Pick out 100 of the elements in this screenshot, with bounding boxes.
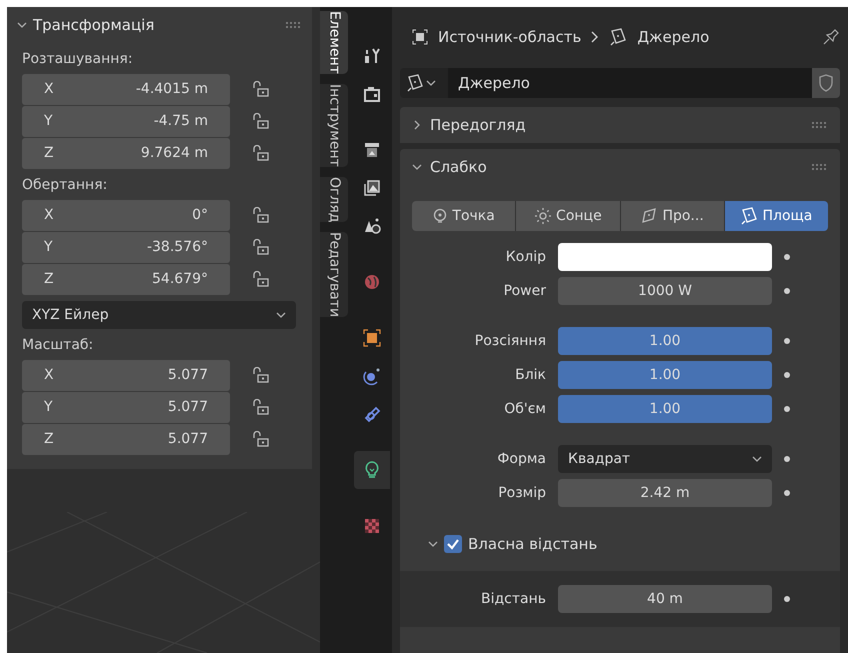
slider-track[interactable]: 1.00 [558, 327, 772, 355]
field-value: 0° [192, 206, 208, 224]
field-value: -4.4015 m [136, 80, 208, 98]
linked-rings-icon [362, 404, 382, 424]
unlocked-padlock-icon[interactable] [252, 113, 270, 129]
group-label: Обертання: [22, 176, 108, 195]
number-field[interactable]: 40 m [558, 585, 772, 613]
field-value: 5.077 [168, 430, 208, 448]
slider-track[interactable]: 1.00 [558, 395, 772, 423]
dropdown-caret-icon [276, 310, 286, 320]
panel-title[interactable]: Слабко [430, 156, 804, 178]
pin-icon[interactable] [822, 28, 840, 46]
fake-user-button[interactable] [812, 68, 840, 98]
point-light-icon [432, 208, 448, 224]
axis-label: Y [44, 112, 53, 130]
axis-label: X [44, 80, 54, 98]
panel-title[interactable]: Передогляд [430, 114, 804, 136]
field-value: -4.75 m [154, 112, 208, 130]
unlocked-padlock-icon[interactable] [252, 207, 270, 223]
shape-dropdown[interactable]: Квадрат [558, 445, 772, 473]
spot-light-icon [640, 207, 658, 225]
object-icon [412, 29, 428, 45]
unlocked-padlock-icon[interactable] [252, 145, 270, 161]
light-type-tab[interactable]: Сонце [516, 201, 620, 231]
breadcrumb-object: Источник-область [438, 26, 582, 48]
group-label: Масштаб: [22, 336, 94, 355]
breadcrumb-data: Джерело [637, 26, 710, 48]
vector-field[interactable]: Z 5.077 [22, 424, 230, 454]
vector-field[interactable]: X 5.077 [22, 360, 230, 390]
printer-icon [362, 140, 382, 160]
drag-handle-icon[interactable] [812, 164, 828, 170]
slider-value: 1.00 [649, 332, 681, 350]
vector-field[interactable]: Z 9.7624 m [22, 138, 230, 168]
axis-label: Z [44, 144, 54, 162]
axis-label: X [44, 366, 54, 384]
field-label: Power [502, 282, 547, 300]
light-type-tab[interactable]: Про... [620, 201, 724, 231]
panel-title[interactable]: Трансформація [33, 14, 280, 36]
datablock-name-field[interactable]: Джерело [448, 68, 812, 98]
tools-icon [362, 46, 382, 66]
unlocked-padlock-icon[interactable] [252, 367, 270, 383]
vector-field[interactable]: Y 5.077 [22, 392, 230, 422]
light-type-tab[interactable]: Точка [412, 201, 516, 231]
field-value: 5.077 [168, 366, 208, 384]
drag-handle-icon[interactable] [286, 22, 302, 28]
checkbox-label[interactable]: Власна відстань [468, 532, 598, 556]
orbit-icon [362, 366, 382, 386]
vector-field[interactable]: Z 54.679° [22, 264, 230, 294]
field-label: Блік [514, 366, 547, 384]
object-cube-icon [362, 328, 382, 348]
color-swatch[interactable] [558, 243, 772, 271]
group-label: Розташування: [22, 50, 134, 69]
unlocked-padlock-icon[interactable] [252, 239, 270, 255]
sidebar-tab[interactable]: Редагувати [320, 232, 348, 318]
axis-label: Z [44, 430, 54, 448]
vector-field[interactable]: X 0° [22, 200, 230, 230]
vector-field[interactable]: Y -38.576° [22, 232, 230, 262]
unlocked-padlock-icon[interactable] [252, 271, 270, 287]
field-label: Відстань [480, 590, 547, 608]
slider-track[interactable]: 1.00 [558, 361, 772, 389]
area-light-icon [609, 28, 628, 46]
camera-back-icon [362, 84, 382, 104]
field-value: 9.7624 m [140, 144, 208, 162]
number-field[interactable]: 2.42 m [558, 479, 772, 507]
number-field[interactable]: 1000 W [558, 277, 772, 305]
vector-field[interactable]: X -4.4015 m [22, 74, 230, 104]
field-label: Форма [496, 450, 547, 468]
properties-tab[interactable] [354, 451, 390, 489]
field-value: 5.077 [168, 398, 208, 416]
unlocked-padlock-icon[interactable] [252, 81, 270, 97]
sun-icon [534, 207, 552, 225]
slider-value: 1.00 [649, 400, 681, 418]
globe-icon [362, 272, 382, 292]
drag-handle-icon[interactable] [812, 122, 828, 128]
checkmark-icon [446, 537, 460, 551]
light-type-tab[interactable]: Площа [724, 201, 828, 231]
vector-field[interactable]: Y -4.75 m [22, 106, 230, 136]
light-data-selector[interactable] [400, 68, 448, 98]
slider-value: 1.00 [649, 366, 681, 384]
axis-label: X [44, 206, 54, 224]
field-label: Колір [504, 248, 547, 266]
unlocked-padlock-icon[interactable] [252, 431, 270, 447]
shapes-icon [362, 216, 382, 236]
sidebar-tab[interactable]: Елемент [320, 11, 348, 74]
field-value: -38.576° [146, 238, 208, 256]
sidebar-tab[interactable]: Інструмент [320, 84, 348, 167]
axis-label: Y [44, 398, 53, 416]
caret-icon [426, 78, 436, 88]
sidebar-tab[interactable]: Огляд [320, 176, 348, 222]
breadcrumb-separator-icon [591, 31, 600, 43]
area-light-icon [406, 74, 424, 92]
axis-label: Y [44, 238, 53, 256]
image-stack-icon [362, 178, 382, 198]
shield-icon [818, 74, 834, 92]
unlocked-padlock-icon[interactable] [252, 399, 270, 415]
rotation-mode-dropdown[interactable]: XYZ Ейлер [22, 301, 296, 329]
checkerboard-icon [362, 516, 382, 536]
checkbox[interactable] [444, 535, 462, 553]
dropdown-caret-icon [752, 454, 762, 464]
field-label: Розсіяння [474, 332, 547, 350]
